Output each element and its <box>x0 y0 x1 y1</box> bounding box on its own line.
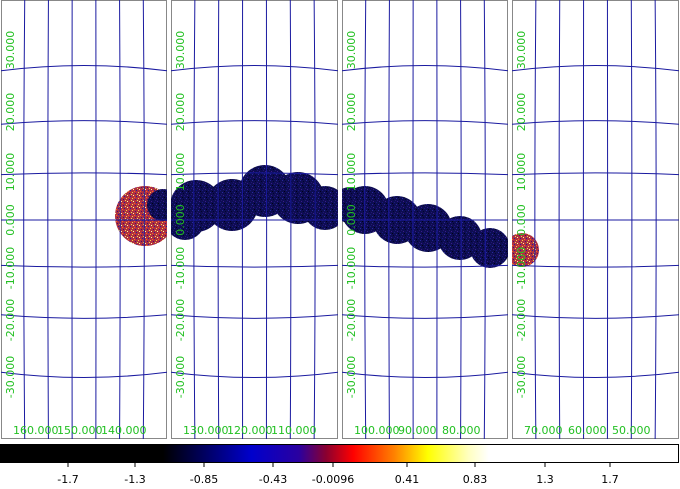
dec-label: 30.000 <box>345 31 358 70</box>
colorbar-tick-label: 0.83 <box>463 473 488 486</box>
dec-label: 20.000 <box>345 93 358 132</box>
ra-label: 60.000 <box>568 424 607 437</box>
colorbar-tick-label: 1.7 <box>601 473 619 486</box>
colorbar: -1.7 -1.3 -0.85 -0.43 -0.0096 0.41 0.83 1.3 1.7 <box>0 444 679 486</box>
dec-label: -20.000 <box>345 299 358 341</box>
colorbar-tick-label: 0.41 <box>395 473 420 486</box>
dec-label: 0.000 <box>515 204 528 236</box>
colorbar-gradient <box>0 444 679 463</box>
dec-label: -20.000 <box>515 299 528 341</box>
ra-label: 130.000 <box>183 424 229 437</box>
panel-2: 30.000 20.000 10.000 0.000 -10.000 -20.000 -30… <box>171 0 338 439</box>
dec-label: -30.000 <box>174 356 187 398</box>
dec-label: 0.000 <box>174 204 187 236</box>
dec-label: 0.000 <box>345 204 358 236</box>
ra-label: 110.000 <box>271 424 317 437</box>
dec-label: -10.000 <box>174 247 187 289</box>
colorbar-tick-label: -0.43 <box>259 473 287 486</box>
dec-label: 30.000 <box>515 31 528 70</box>
ra-label: 150.000 <box>57 424 103 437</box>
dec-label: -20.000 <box>174 299 187 341</box>
dec-label: 30.000 <box>4 31 17 70</box>
colorbar-tick-label: -0.0096 <box>312 473 354 486</box>
dec-label: 30.000 <box>174 31 187 70</box>
panel-3: 30.000 20.000 10.000 0.000 -10.000 -20.000 -30… <box>342 0 508 439</box>
dec-label: 0.000 <box>4 204 17 236</box>
dec-label: 10.000 <box>345 153 358 192</box>
colorbar-tick-label: -0.85 <box>190 473 218 486</box>
dec-label: -20.000 <box>4 299 17 341</box>
ra-label: 70.000 <box>524 424 563 437</box>
colorbar-tick-label: -1.3 <box>124 473 145 486</box>
mosaic-canvas: 30.000 20.000 10.000 0.000 -10.000 -20.000 -30… <box>0 0 679 486</box>
dec-label: -30.000 <box>4 356 17 398</box>
panel-1: 30.000 20.000 10.000 0.000 -10.000 -20.000 -30… <box>1 0 167 439</box>
dec-label: 10.000 <box>4 153 17 192</box>
dec-label: 20.000 <box>515 93 528 132</box>
panel-4: 30.000 20.000 10.000 0.000 -10.000 -20.000 -30… <box>512 0 679 439</box>
dec-label: -10.000 <box>345 247 358 289</box>
ra-label: 80.000 <box>442 424 481 437</box>
dec-label: 10.000 <box>515 153 528 192</box>
dec-label: -30.000 <box>345 356 358 398</box>
dec-label: 20.000 <box>174 93 187 132</box>
image-footprint <box>303 186 338 230</box>
ra-label: 160.000 <box>13 424 59 437</box>
ra-label: 90.000 <box>398 424 437 437</box>
ra-label: 100.000 <box>354 424 400 437</box>
dec-label: -30.000 <box>515 356 528 398</box>
ra-label: 140.000 <box>101 424 147 437</box>
colorbar-tick-label: 1.3 <box>536 473 554 486</box>
colorbar-tick-label: -1.7 <box>57 473 78 486</box>
dec-label: -10.000 <box>515 247 528 289</box>
ra-label: 120.000 <box>227 424 273 437</box>
dec-label: 20.000 <box>4 93 17 132</box>
image-footprint <box>470 228 508 268</box>
dec-label: -10.000 <box>4 247 17 289</box>
ra-label: 50.000 <box>612 424 651 437</box>
dec-label: 10.000 <box>174 153 187 192</box>
